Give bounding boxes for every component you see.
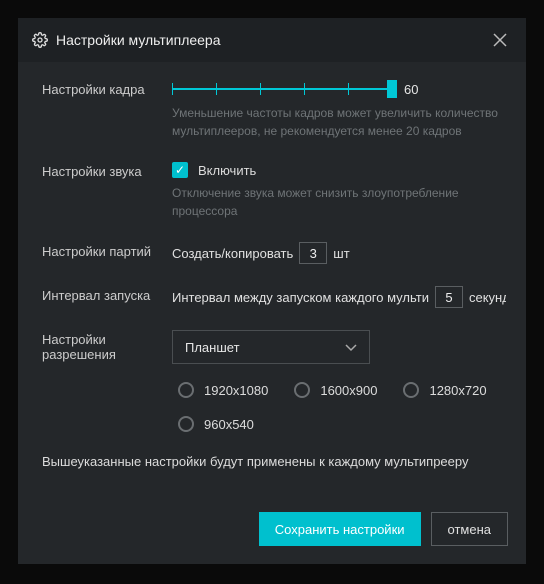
fps-value: 60 — [404, 82, 418, 97]
batch-input[interactable] — [299, 242, 327, 264]
chevron-down-icon — [345, 340, 357, 355]
resolution-radio-2[interactable]: 1280x720 — [403, 382, 486, 398]
resolution-radio-3[interactable]: 960x540 — [178, 416, 254, 432]
interval-row: Интервал запуска Интервал между запуском… — [42, 286, 506, 308]
dialog-buttons: Сохранить настройки отмена — [259, 512, 508, 546]
interval-label: Интервал запуска — [42, 286, 172, 308]
batch-suffix: шт — [333, 246, 349, 261]
check-icon: ✓ — [172, 162, 188, 178]
batch-prefix: Создать/копировать — [172, 246, 293, 261]
frame-label: Настройки кадра — [42, 80, 172, 140]
sound-enable-checkbox[interactable]: ✓ Включить — [172, 162, 256, 178]
slider-thumb[interactable] — [387, 80, 397, 98]
resolution-radio-1[interactable]: 1600x900 — [294, 382, 377, 398]
interval-suffix: секунд — [469, 290, 506, 305]
sound-enable-label: Включить — [198, 163, 256, 178]
resolution-selected: Планшет — [185, 340, 240, 355]
dialog-body: Настройки кадра 60 Уменьшение ч — [18, 62, 526, 469]
dialog-title: Настройки мультиплеера — [56, 32, 488, 48]
radio-icon — [178, 416, 194, 432]
radio-icon — [294, 382, 310, 398]
batch-row: Настройки партий Создать/копировать шт — [42, 242, 506, 264]
frame-hint: Уменьшение частоты кадров может увеличит… — [172, 104, 506, 140]
batch-label: Настройки партий — [42, 242, 172, 264]
radio-icon — [403, 382, 419, 398]
apply-note: Вышеуказанные настройки будут применены … — [42, 454, 506, 469]
save-button[interactable]: Сохранить настройки — [259, 512, 421, 546]
fps-slider[interactable] — [172, 80, 392, 98]
cancel-button[interactable]: отмена — [431, 512, 508, 546]
frame-row: Настройки кадра 60 Уменьшение ч — [42, 80, 506, 140]
resolution-row: Настройки разрешения Планшет 1920x1080 1… — [42, 330, 506, 432]
resolution-radios: 1920x1080 1600x900 1280x720 960x540 — [172, 382, 506, 432]
sound-hint: Отключение звука может снизить злоупотре… — [172, 184, 506, 220]
sound-label: Настройки звука — [42, 162, 172, 220]
close-button[interactable] — [488, 28, 512, 52]
resolution-select[interactable]: Планшет — [172, 330, 370, 364]
settings-dialog: Настройки мультиплеера Настройки кадра — [18, 18, 526, 564]
radio-icon — [178, 382, 194, 398]
resolution-radio-0[interactable]: 1920x1080 — [178, 382, 268, 398]
interval-prefix: Интервал между запуском каждого мульти — [172, 290, 429, 305]
titlebar: Настройки мультиплеера — [18, 18, 526, 62]
interval-input[interactable] — [435, 286, 463, 308]
resolution-label: Настройки разрешения — [42, 330, 172, 432]
sound-row: Настройки звука ✓ Включить Отключение зв… — [42, 162, 506, 220]
gear-icon — [32, 32, 48, 48]
